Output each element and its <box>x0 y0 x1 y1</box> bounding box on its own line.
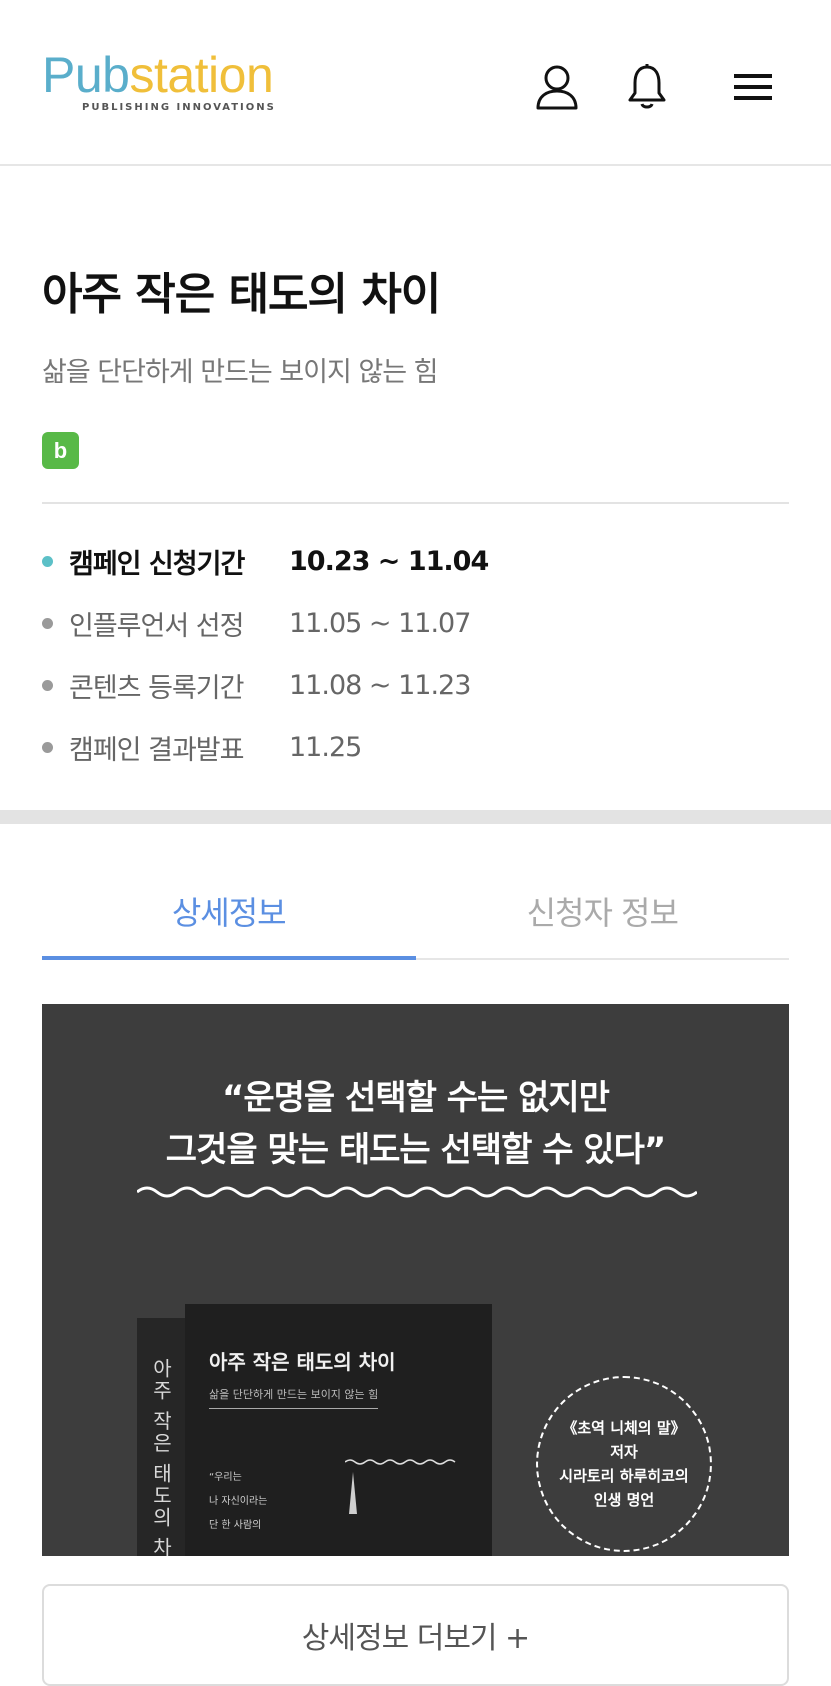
schedule-date: 10.23 ~ 11.04 <box>289 545 489 577</box>
book-ornament-icon <box>345 1459 456 1514</box>
divider <box>42 502 789 504</box>
bullet-icon <box>42 679 53 691</box>
book-excerpt-line: “우리는 <box>209 1472 242 1483</box>
tab-applicant-info[interactable]: 신청자 정보 <box>416 870 790 958</box>
book-subtitle: 삶을 단단하게 만드는 보이지 않는 힘 <box>209 1386 379 1409</box>
book-banner-image: “운명을 선택할 수는 없지만 그것을 맞는 태도는 선택할 수 있다” 아주 … <box>42 1004 789 1556</box>
blog-badge-icon: b <box>42 432 79 469</box>
schedule-row-selection: 인플루언서 선정 11.05 ~ 11.07 <box>42 592 789 654</box>
more-details-button[interactable]: 상세정보 더보기 + <box>42 1584 789 1686</box>
app-header: Pubstation PUBLISHING INNOVATIONS <box>0 0 831 166</box>
active-bullet-icon <box>42 555 53 567</box>
stamp-line: 시라토리 하루히코의 <box>559 1467 689 1485</box>
campaign-title: 아주 작은 태도의 차이 <box>42 269 441 320</box>
schedule-label: 캠페인 결과발표 <box>69 734 244 766</box>
book-cover: 아주 작은 태도의 차이 아주 작은 태도의 차이 삶을 단단하게 만드는 보이… <box>137 1304 497 1556</box>
schedule-row-result: 캠페인 결과발표 11.25 <box>42 716 789 778</box>
tab-details[interactable]: 상세정보 <box>42 870 416 960</box>
stamp-line: 인생 명언 <box>593 1491 655 1509</box>
book-excerpt-line: 단 한 사람의 <box>209 1520 262 1531</box>
user-icon[interactable] <box>532 62 582 112</box>
schedule-date: 11.25 <box>289 731 362 763</box>
book-spine-title: 아주 작은 태도의 차이 <box>149 1358 173 1556</box>
logo-station-text: station <box>129 47 274 103</box>
campaign-schedule: 캠페인 신청기간 10.23 ~ 11.04 인플루언서 선정 11.05 ~ … <box>42 530 789 778</box>
schedule-row-application: 캠페인 신청기간 10.23 ~ 11.04 <box>42 530 789 592</box>
schedule-label: 콘텐츠 등록기간 <box>69 672 244 704</box>
bullet-icon <box>42 741 53 753</box>
schedule-label: 캠페인 신청기간 <box>69 548 245 580</box>
detail-tabs: 상세정보 신청자 정보 <box>42 870 789 960</box>
bell-icon[interactable] <box>622 62 672 112</box>
book-spine: 아주 작은 태도의 차이 <box>137 1318 185 1556</box>
book-excerpt-line: 나 자신이라는 <box>209 1496 268 1507</box>
stamp-line: 저자 <box>610 1443 638 1461</box>
banner-quote: “운명을 선택할 수는 없지만 그것을 맞는 태도는 선택할 수 있다” <box>42 1072 789 1176</box>
menu-icon[interactable] <box>728 62 778 112</box>
stamp-line: 《초역 니체의 말》 <box>562 1419 686 1437</box>
logo-tagline: PUBLISHING INNOVATIONS <box>82 102 276 113</box>
bullet-icon <box>42 617 53 629</box>
pubstation-logo[interactable]: Pubstation PUBLISHING INNOVATIONS <box>42 50 276 113</box>
campaign-subtitle: 삶을 단단하게 만드는 보이지 않는 힘 <box>42 357 439 388</box>
author-stamp: 《초역 니체의 말》 저자 시라토리 하루히코의 인생 명언 <box>536 1376 712 1552</box>
book-title: 아주 작은 태도의 차이 <box>209 1350 396 1374</box>
section-separator <box>0 810 831 824</box>
logo-pub-text: Pub <box>42 47 130 103</box>
schedule-label: 인플루언서 선정 <box>69 610 244 642</box>
schedule-row-content: 콘텐츠 등록기간 11.08 ~ 11.23 <box>42 654 789 716</box>
quote-line: 그것을 맞는 태도는 선택할 수 있다” <box>165 1130 666 1170</box>
logo-wordmark: Pubstation <box>42 50 276 100</box>
wave-divider <box>137 1186 697 1198</box>
book-front: 아주 작은 태도의 차이 삶을 단단하게 만드는 보이지 않는 힘 “우리는 나… <box>185 1304 492 1556</box>
book-excerpt: “우리는 나 자신이라는 단 한 사람의 <box>209 1466 267 1538</box>
quote-line: “운명을 선택할 수는 없지만 <box>222 1078 610 1118</box>
schedule-date: 11.05 ~ 11.07 <box>289 607 471 639</box>
schedule-date: 11.08 ~ 11.23 <box>289 669 471 701</box>
